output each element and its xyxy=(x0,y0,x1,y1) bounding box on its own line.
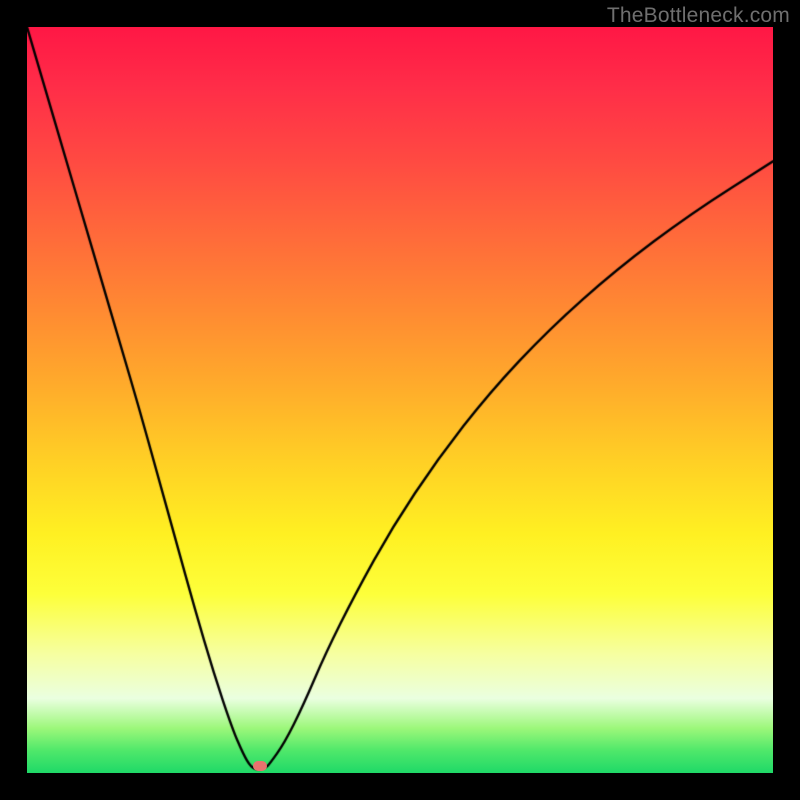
chart-frame: TheBottleneck.com xyxy=(0,0,800,800)
plot-area xyxy=(27,27,773,773)
bottleneck-curve xyxy=(27,27,773,773)
optimal-point-marker xyxy=(253,761,267,771)
watermark-text: TheBottleneck.com xyxy=(607,4,790,28)
